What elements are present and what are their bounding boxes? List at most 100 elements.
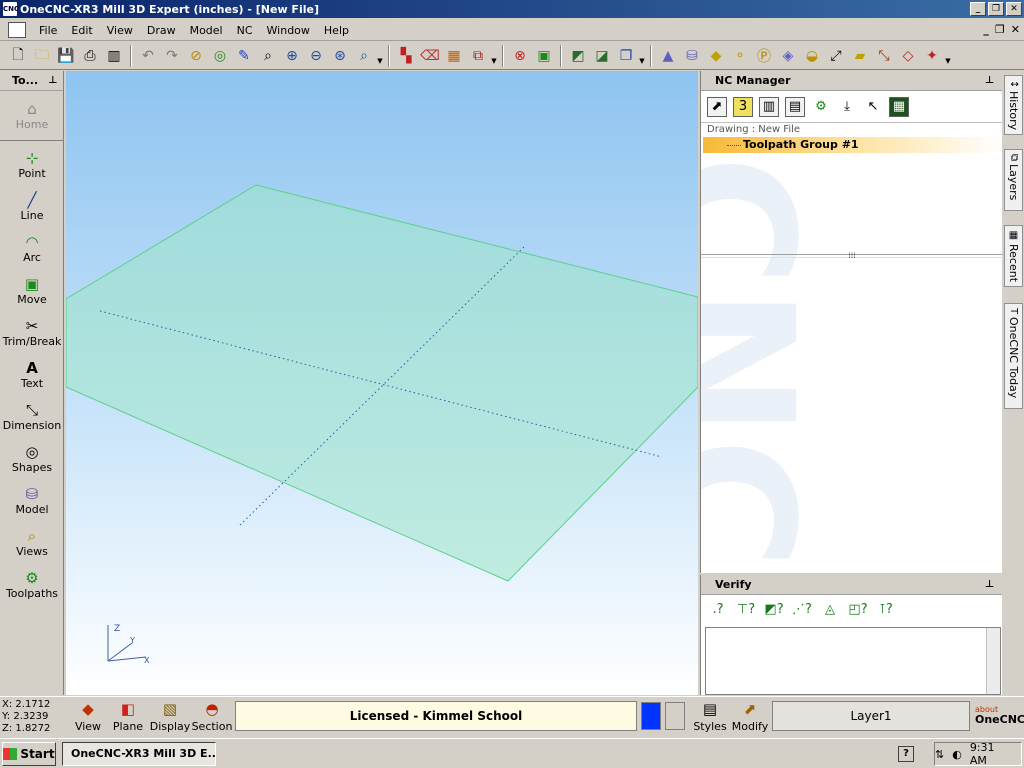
modify-button[interactable]: ⬈ Modify xyxy=(730,700,770,736)
operation-icon[interactable]: ⚙ xyxy=(811,96,831,117)
pencil-icon[interactable]: ✎ xyxy=(233,45,255,67)
box-icon[interactable]: ◈ xyxy=(777,45,799,67)
tool-views[interactable]: ⌕ Views xyxy=(0,521,64,563)
title-bar[interactable]: CNC OneCNC-XR3 Mill 3D Expert (inches) -… xyxy=(0,0,1024,18)
zoom-all-icon[interactable]: ◎ xyxy=(209,45,231,67)
verify-solid-icon[interactable]: ◬ xyxy=(819,599,841,619)
start-button[interactable]: Start xyxy=(2,741,56,766)
snap-icon[interactable]: ▚ xyxy=(395,45,417,67)
select-icon[interactable]: ▣ xyxy=(533,45,555,67)
tool-trim-break[interactable]: ✂ Trim/Break xyxy=(0,311,64,353)
pin-icon[interactable]: ⊥ xyxy=(985,579,994,590)
plane-button[interactable]: ◧ Plane xyxy=(108,700,148,736)
help-icon[interactable]: ? xyxy=(898,746,914,762)
taskbar-onecnc[interactable]: OneCNC-XR3 Mill 3D E... xyxy=(62,741,216,766)
grid-icon[interactable]: ▦ xyxy=(443,45,465,67)
layer-selector[interactable]: Layer1 xyxy=(772,701,970,731)
zoom-window-icon[interactable]: ⌕ xyxy=(257,45,279,67)
minimize-icon[interactable]: _ xyxy=(970,2,986,16)
export-icon[interactable]: ⬈ xyxy=(707,96,727,117)
verify-output[interactable] xyxy=(705,627,1001,695)
tab-layers[interactable]: ⧉ Layers xyxy=(1004,149,1023,211)
verify-question-icon[interactable]: .? xyxy=(707,599,729,619)
redo-icon[interactable]: ↷ xyxy=(161,45,183,67)
zoom-out-icon[interactable]: ⊖ xyxy=(305,45,327,67)
styles-button[interactable]: ▤ Styles xyxy=(690,700,730,736)
mdi-restore-icon[interactable]: ❐ xyxy=(995,23,1005,36)
toolbar-dropdown[interactable]: ▼ xyxy=(376,45,384,67)
tab-onecnc-today[interactable]: T OneCNC Today xyxy=(1004,303,1023,409)
verify-stock-icon[interactable]: ◰? xyxy=(847,599,869,619)
pin-icon[interactable]: ⊥ xyxy=(48,75,57,86)
toolbar-dropdown[interactable]: ▼ xyxy=(638,45,646,67)
tool-arc[interactable]: ◠ Arc xyxy=(0,227,64,269)
color-swatch-secondary[interactable] xyxy=(665,702,685,730)
menu-edit[interactable]: Edit xyxy=(64,24,99,37)
pointer-icon[interactable]: ↖ xyxy=(863,96,883,117)
zoom-previous-icon[interactable]: ⌕ xyxy=(353,45,375,67)
tool-home[interactable]: ⌂ Home xyxy=(0,91,64,141)
zoom-in-icon[interactable]: ⊕ xyxy=(281,45,303,67)
print-icon[interactable]: ⎙ xyxy=(79,45,101,67)
menu-nc[interactable]: NC xyxy=(230,24,260,37)
tool-dimension[interactable]: ⤡ Dimension xyxy=(0,395,64,437)
dnc-icon[interactable]: ▦ xyxy=(889,96,909,117)
mdi-minimize-icon[interactable]: _ xyxy=(983,23,989,36)
tab-history[interactable]: ↕ History xyxy=(1004,75,1023,135)
new-file-icon[interactable]: 🗋 xyxy=(7,45,29,67)
axis-icon[interactable]: ⤢ xyxy=(825,45,847,67)
menu-draw[interactable]: Draw xyxy=(140,24,183,37)
parking-icon[interactable]: Ⓟ xyxy=(753,45,775,67)
restore-icon[interactable]: ❐ xyxy=(988,2,1004,16)
tool-list-icon[interactable]: ▤ xyxy=(785,96,805,117)
open-folder-icon[interactable]: 🗀 xyxy=(31,45,53,67)
nc-splitter[interactable]: ⁞⁞⁞ xyxy=(701,252,1003,260)
verify-tool-icon[interactable]: ⊤? xyxy=(735,599,757,619)
menu-help[interactable]: Help xyxy=(317,24,356,37)
toolpath-icon[interactable]: ◇ xyxy=(897,45,919,67)
menu-model[interactable]: Model xyxy=(183,24,230,37)
verify-scrollbar[interactable] xyxy=(986,628,1000,694)
menu-window[interactable]: Window xyxy=(260,24,317,37)
clock[interactable]: 9:31 AM xyxy=(970,741,1015,767)
tool-text[interactable]: A Text xyxy=(0,353,64,395)
toolbar-dropdown[interactable]: ▼ xyxy=(490,45,498,67)
about-onecnc[interactable]: about OneCNC xyxy=(975,705,1024,725)
color-swatch[interactable] xyxy=(641,702,661,730)
cone-icon[interactable]: ▲ xyxy=(657,45,679,67)
layers-icon[interactable]: ⧉ xyxy=(467,45,489,67)
verify-shade-icon[interactable]: ◩? xyxy=(763,599,785,619)
tool-toolpaths[interactable]: ⚙ Toolpaths xyxy=(0,563,64,605)
setup-icon[interactable]: ▥ xyxy=(759,96,779,117)
tab-recent[interactable]: ▦ Recent xyxy=(1004,225,1023,287)
download-icon[interactable]: ⤓ xyxy=(837,96,857,117)
solid-icon[interactable]: ◆ xyxy=(705,45,727,67)
trim-extend-icon[interactable]: ◪ xyxy=(591,45,613,67)
menu-view[interactable]: View xyxy=(100,24,140,37)
tool-icon[interactable]: ⤡ xyxy=(873,45,895,67)
tool-move[interactable]: ▣ Move xyxy=(0,269,64,311)
tool-model[interactable]: ⛁ Model xyxy=(0,479,64,521)
plate-icon[interactable]: ▰ xyxy=(849,45,871,67)
spheres-icon[interactable]: ⚬ xyxy=(729,45,751,67)
cancel-icon[interactable]: ⊗ xyxy=(509,45,531,67)
verify-probe-icon[interactable]: ⊺? xyxy=(875,599,897,619)
trim-icon[interactable]: ◩ xyxy=(567,45,589,67)
volume-icon[interactable]: ◐ xyxy=(952,748,962,761)
regen-icon[interactable]: ⊘ xyxy=(185,45,207,67)
verify-path-icon[interactable]: ⋰? xyxy=(791,599,813,619)
save-icon[interactable]: 💾 xyxy=(55,45,77,67)
view-button[interactable]: ◆ View xyxy=(68,700,108,736)
copy-icon[interactable]: ❐ xyxy=(615,45,637,67)
graphics-viewport[interactable]: Z Y X xyxy=(66,71,698,695)
network-icon[interactable]: ⇅ xyxy=(935,748,944,761)
erase-icon[interactable]: ⌫ xyxy=(419,45,441,67)
sphere-half-icon[interactable]: ◒ xyxy=(801,45,823,67)
section-button[interactable]: ◓ Section xyxy=(192,700,233,736)
level-3-icon[interactable]: 3 xyxy=(733,96,753,117)
menu-file[interactable]: File xyxy=(32,24,64,37)
preview-icon[interactable]: ▥ xyxy=(103,45,125,67)
tool-point[interactable]: ⊹ Point xyxy=(0,143,64,185)
undo-icon[interactable]: ↶ xyxy=(137,45,159,67)
close-icon[interactable]: ✕ xyxy=(1006,2,1022,16)
